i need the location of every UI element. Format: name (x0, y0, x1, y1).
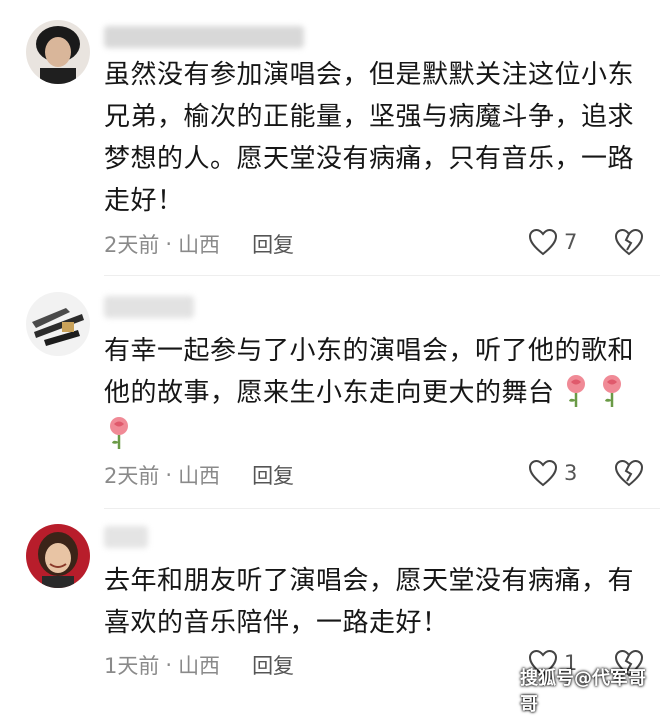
comment-time: 2天前 (104, 464, 160, 488)
heart-icon (528, 459, 558, 487)
comment-location: 山西 (178, 464, 221, 488)
meta-separator: · (165, 232, 173, 256)
broken-heart-icon (614, 228, 644, 256)
avatar[interactable] (26, 524, 90, 588)
comment-text: 虽然没有参加演唱会，但是默默关注这位小东兄弟，榆次的正能量，坚强与病魔斗争，追求… (104, 60, 635, 216)
avatar[interactable] (26, 292, 90, 356)
divider (104, 508, 660, 509)
like-button[interactable]: 7 (528, 228, 577, 256)
comment-text-body: 有幸一起参与了小东的演唱会，听了他的歌和他的故事，愿来生小东走向更大的舞台 (104, 336, 635, 408)
broken-heart-icon (614, 459, 644, 487)
like-button[interactable]: 3 (528, 459, 577, 487)
like-count: 7 (564, 230, 578, 254)
comment-text: 有幸一起参与了小东的演唱会，听了他的歌和他的故事，愿来生小东走向更大的舞台 (104, 330, 634, 456)
dislike-button[interactable] (614, 228, 644, 260)
watermark: 搜狐号@代军哥哥 (520, 668, 646, 715)
comment-meta: 2天前 · 山西 回复 (104, 460, 294, 490)
dislike-button[interactable] (614, 459, 644, 491)
comment-location: 山西 (178, 654, 221, 678)
heart-icon (528, 228, 558, 256)
rose-icon (602, 375, 621, 407)
rose-icon (566, 375, 585, 407)
rose-icon (110, 417, 128, 449)
comment-time: 2天前 (104, 233, 160, 257)
comment-meta: 2天前 · 山西 回复 (104, 229, 294, 259)
divider (104, 275, 660, 276)
avatar[interactable] (26, 20, 90, 84)
comment-meta: 1天前 · 山西 回复 (104, 650, 294, 680)
like-count: 3 (564, 461, 578, 485)
comment-time: 1天前 (104, 654, 160, 678)
reply-button[interactable]: 回复 (252, 460, 294, 490)
username-blurred (104, 526, 148, 548)
comment-location: 山西 (178, 233, 221, 257)
username-blurred (104, 296, 194, 318)
meta-separator: · (165, 653, 173, 677)
reply-button[interactable]: 回复 (252, 229, 294, 259)
comment-text: 去年和朋友听了演唱会，愿天堂没有病痛，有喜欢的音乐陪伴，一路走好！ (104, 566, 635, 638)
username-blurred (104, 26, 304, 48)
meta-separator: · (165, 463, 173, 487)
reply-button[interactable]: 回复 (252, 650, 294, 680)
